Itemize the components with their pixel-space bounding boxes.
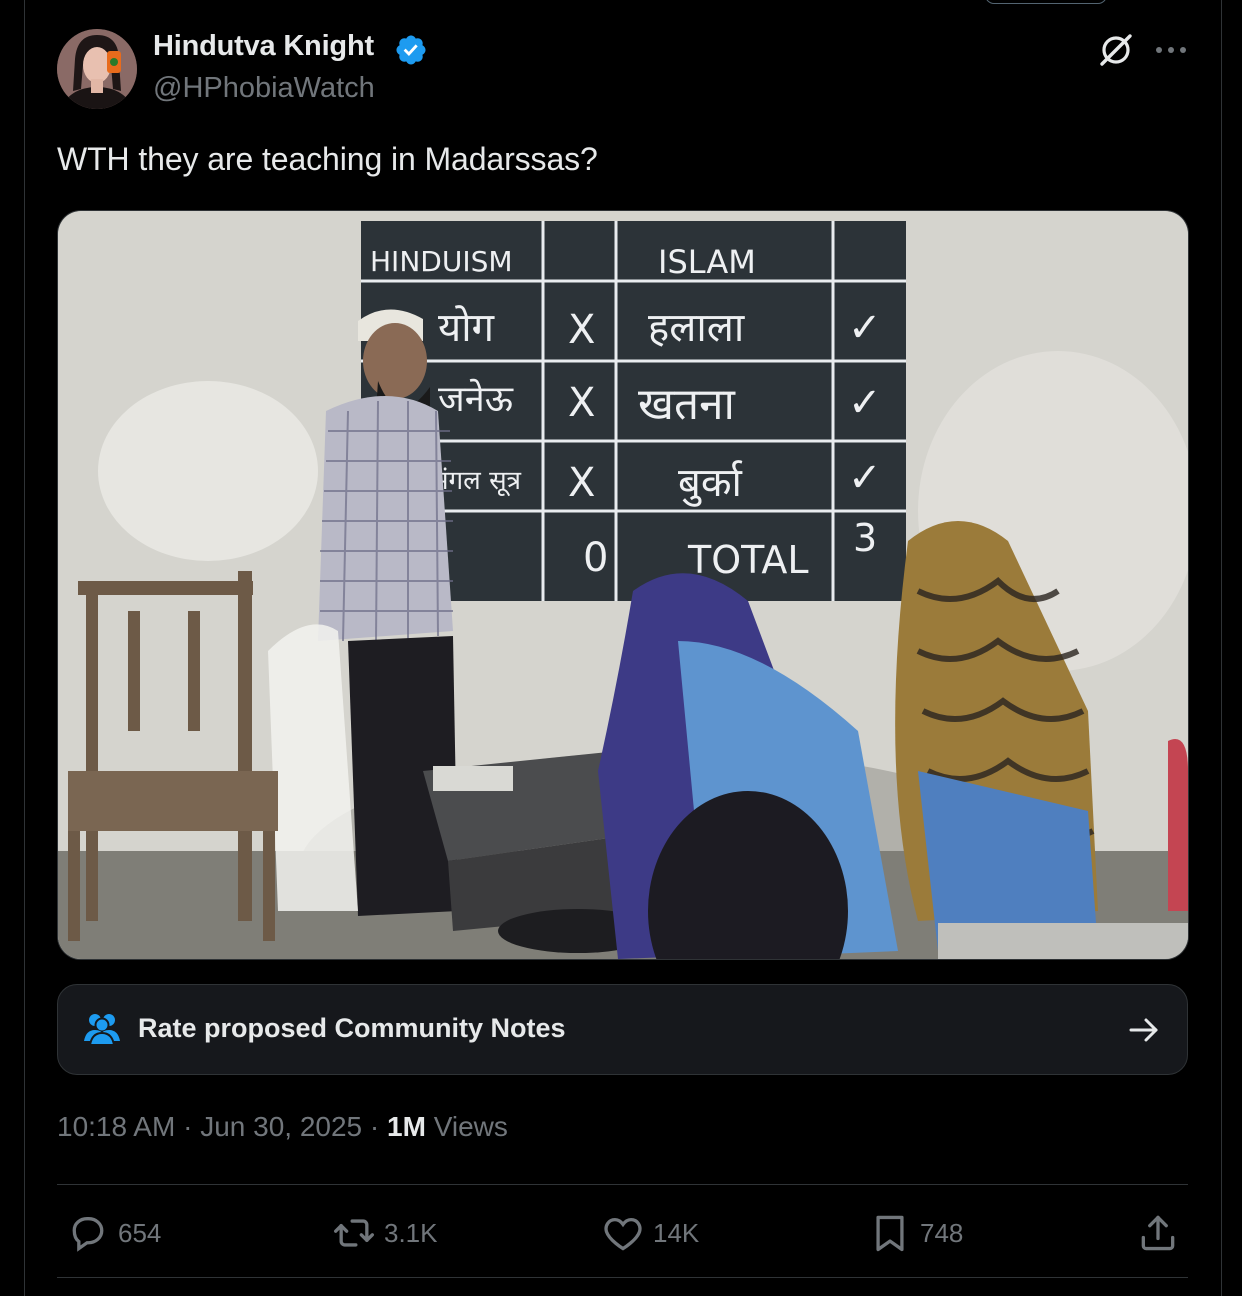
author-handle[interactable]: @HPhobiaWatch [153,72,375,105]
reply-count: 654 [118,1217,162,1248]
views-count: 1M [387,1111,426,1142]
divider-top [57,1184,1188,1185]
people-icon [84,1014,120,1046]
arrow-right-icon [1129,1018,1158,1042]
repost-icon [334,1219,374,1247]
community-notes-bar[interactable]: Rate proposed Community Notes [57,984,1188,1075]
tweet-time[interactable]: 10:18 AM [57,1111,175,1142]
verified-badge-icon [396,35,426,65]
board-row-2-left-mark: X [568,380,595,426]
more-icon[interactable] [1153,38,1189,62]
board-total-label: TOTAL [687,538,809,582]
reply-button[interactable]: 654 [66,1208,161,1258]
meta-separator: · [369,1111,380,1142]
repost-button[interactable]: 3.1K [332,1208,438,1258]
heart-icon [604,1217,642,1251]
board-left-total: 0 [583,535,608,581]
board-right-total: 3 [853,516,877,560]
community-notes-label: Rate proposed Community Notes [138,1013,566,1043]
board-header-hinduism: HINDUISM [370,245,513,278]
author-name[interactable]: Hindutva Knight [153,30,374,63]
grok-icon[interactable] [1096,30,1136,70]
meta-separator: · [183,1111,193,1142]
board-header-islam: ISLAM [658,243,756,281]
board-row-2-left: जनेऊ [438,378,514,420]
tweet-date[interactable]: Jun 30, 2025 [200,1111,362,1142]
share-icon [1141,1215,1175,1251]
bookmark-icon [876,1215,904,1252]
share-button[interactable] [1136,1208,1180,1258]
reply-icon [72,1217,104,1252]
board-row-1-left-mark: X [568,307,595,353]
board-row-2-right: खतना [638,379,736,430]
board-row-1-right-mark: ✓ [848,305,882,351]
like-count: 14K [653,1217,700,1248]
board-row-3-left-mark: X [568,460,595,506]
tweet-photo[interactable]: HINDUISM ISLAM योग X हलाला ✓ जनेऊ X खतना… [57,210,1189,960]
like-button[interactable]: 14K [601,1208,699,1258]
tweet-meta: 10:18 AM · Jun 30, 2025 · 1M Views [57,1111,508,1143]
views-label: Views [433,1111,508,1142]
tweet-text: WTH they are teaching in Madarssas? [57,141,598,177]
bookmark-button[interactable]: 748 [868,1208,963,1258]
board-row-3-right: बुर्का [678,460,743,507]
board-row-3-right-mark: ✓ [848,455,882,501]
bookmark-count: 748 [920,1217,964,1248]
timeline-border-left [24,0,25,1296]
avatar[interactable] [57,29,137,109]
repost-count: 3.1K [384,1217,438,1248]
board-row-3-left: मंगल सूत्र [433,466,522,497]
divider-bottom [57,1277,1188,1278]
scroll-pill [985,0,1107,4]
board-row-2-right-mark: ✓ [848,380,882,426]
timeline-border-right [1221,0,1222,1296]
board-row-1-right: हलाला [648,305,745,351]
board-row-1-left: योग [438,305,496,351]
